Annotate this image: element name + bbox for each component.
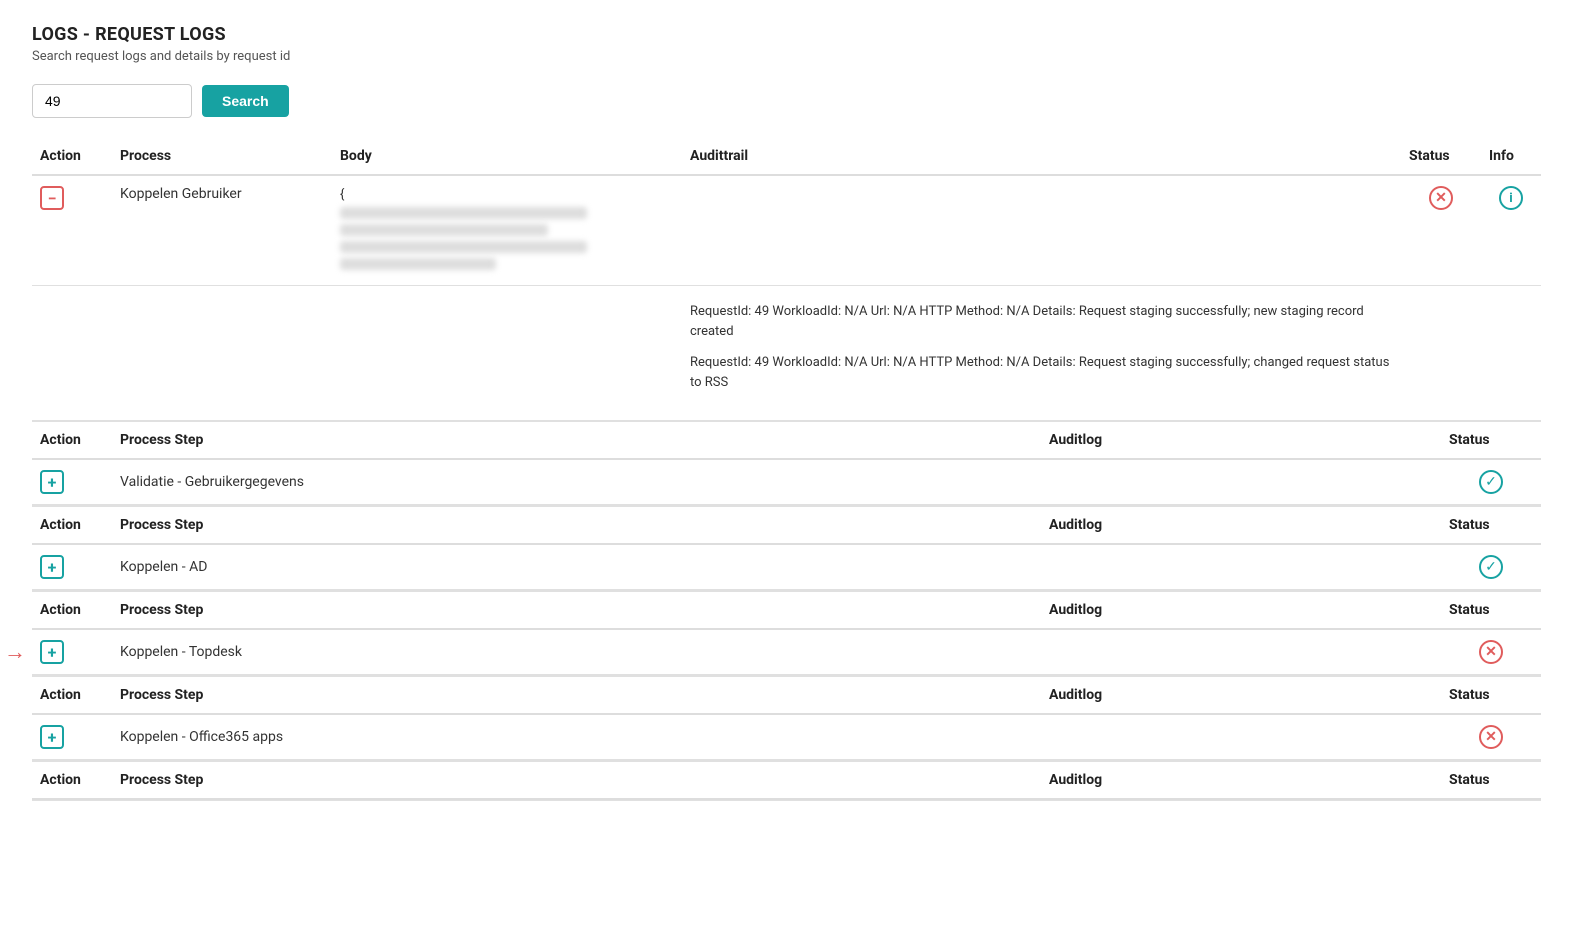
sub-table-row: → + Koppelen - Topdesk ✕	[32, 629, 1541, 675]
sub-header-status-3: Status	[1441, 592, 1541, 630]
expand-icon-1[interactable]: +	[40, 470, 64, 494]
audittrail-entry-2: RequestId: 49 WorkloadId: N/A Url: N/A H…	[690, 353, 1393, 392]
table-row: − Koppelen Gebruiker { ✕ i	[32, 175, 1541, 286]
sub-header-step-2: Process Step	[112, 507, 1041, 545]
status-error-icon: ✕	[1429, 186, 1453, 210]
sub-header-action-4: Action	[32, 677, 112, 715]
header-info: Info	[1481, 138, 1541, 175]
step-cell-1: Validatie - Gebruikergegevens	[112, 459, 1041, 505]
info-icon[interactable]: i	[1499, 186, 1523, 210]
header-process: Process	[112, 138, 332, 175]
audittrail-cell	[682, 175, 1401, 286]
sub-table-4-header: Action Process Step Auditlog Status	[32, 677, 1541, 715]
status-cell-3: ✕	[1441, 629, 1541, 675]
sub-header-status-4: Status	[1441, 677, 1541, 715]
info-cell[interactable]: i	[1481, 175, 1541, 286]
header-status: Status	[1401, 138, 1481, 175]
sub-table-2: Action Process Step Auditlog Status + Ko…	[32, 506, 1541, 590]
sub-header-step-4: Process Step	[112, 677, 1041, 715]
sub-table-1: Action Process Step Auditlog Status + Va…	[32, 421, 1541, 505]
sub-header-action-3: Action	[32, 592, 112, 630]
status-error-icon-4: ✕	[1479, 725, 1503, 749]
sub-header-status-2: Status	[1441, 507, 1541, 545]
step-cell-4: Koppelen - Office365 apps	[112, 714, 1041, 760]
expand-icon-3[interactable]: +	[40, 640, 64, 664]
auditlog-cell-4	[1041, 714, 1441, 760]
body-blurred: {	[340, 186, 600, 270]
sub-table-row-3: Action Process Step Auditlog Status → +	[32, 591, 1541, 676]
sub-table-row-5: Action Process Step Auditlog Status	[32, 761, 1541, 801]
sub-table-row: + Validatie - Gebruikergegevens ✓	[32, 459, 1541, 505]
auditlog-cell-3	[1041, 629, 1441, 675]
sub-header-step-1: Process Step	[112, 422, 1041, 460]
sub-header-auditlog-2: Auditlog	[1041, 507, 1441, 545]
sub-table-1-header: Action Process Step Auditlog Status	[32, 422, 1541, 460]
status-cell-4: ✕	[1441, 714, 1541, 760]
sub-header-step-3: Process Step	[112, 592, 1041, 630]
status-cell-1: ✓	[1441, 459, 1541, 505]
sub-table-row: + Koppelen - AD ✓	[32, 544, 1541, 590]
audittrail-entries: RequestId: 49 WorkloadId: N/A Url: N/A H…	[682, 286, 1401, 421]
sub-table-row-4: Action Process Step Auditlog Status + Ko…	[32, 676, 1541, 761]
status-cell-2: ✓	[1441, 544, 1541, 590]
audittrail-row: RequestId: 49 WorkloadId: N/A Url: N/A H…	[32, 286, 1541, 421]
sub-table-4: Action Process Step Auditlog Status + Ko…	[32, 676, 1541, 760]
body-cell: {	[332, 175, 682, 286]
auditlog-cell-2	[1041, 544, 1441, 590]
header-action: Action	[32, 138, 112, 175]
page-subtitle: Search request logs and details by reque…	[32, 49, 1541, 64]
sub-table-row: + Koppelen - Office365 apps ✕	[32, 714, 1541, 760]
status-error-icon-3: ✕	[1479, 640, 1503, 664]
sub-header-auditlog-1: Auditlog	[1041, 422, 1441, 460]
sub-table-2-header: Action Process Step Auditlog Status	[32, 507, 1541, 545]
search-bar: Search	[32, 84, 1541, 118]
header-body: Body	[332, 138, 682, 175]
collapse-icon[interactable]: −	[40, 186, 64, 210]
sub-table-3-header: Action Process Step Auditlog Status	[32, 592, 1541, 630]
sub-header-status-5: Status	[1441, 762, 1541, 800]
status-cell: ✕	[1401, 175, 1481, 286]
process-cell: Koppelen Gebruiker	[112, 175, 332, 286]
expand-icon-4[interactable]: +	[40, 725, 64, 749]
sub-table-5-header: Action Process Step Auditlog Status	[32, 762, 1541, 800]
page-title: LOGS - REQUEST LOGS	[32, 24, 1541, 45]
sub-table-3: Action Process Step Auditlog Status → +	[32, 591, 1541, 675]
arrow-indicator: →	[4, 639, 26, 665]
audittrail-entry-1: RequestId: 49 WorkloadId: N/A Url: N/A H…	[690, 302, 1393, 341]
sub-table-row-2: Action Process Step Auditlog Status + Ko…	[32, 506, 1541, 591]
header-audittrail: Audittrail	[682, 138, 1401, 175]
sub-header-action-2: Action	[32, 507, 112, 545]
main-table-header: Action Process Body Audittrail Status In…	[32, 138, 1541, 175]
step-cell-2: Koppelen - AD	[112, 544, 1041, 590]
sub-header-action-1: Action	[32, 422, 112, 460]
search-button[interactable]: Search	[202, 85, 289, 117]
expand-icon-2[interactable]: +	[40, 555, 64, 579]
sub-header-auditlog-3: Auditlog	[1041, 592, 1441, 630]
step-cell-3: Koppelen - Topdesk	[112, 629, 1041, 675]
status-success-icon-2: ✓	[1479, 555, 1503, 579]
sub-header-step-5: Process Step	[112, 762, 1041, 800]
auditlog-cell-1	[1041, 459, 1441, 505]
search-input[interactable]	[32, 84, 192, 118]
sub-header-action-5: Action	[32, 762, 112, 800]
main-table: Action Process Body Audittrail Status In…	[32, 138, 1541, 801]
status-success-icon-1: ✓	[1479, 470, 1503, 494]
sub-header-auditlog-4: Auditlog	[1041, 677, 1441, 715]
sub-header-auditlog-5: Auditlog	[1041, 762, 1441, 800]
sub-table-row-1: Action Process Step Auditlog Status + Va…	[32, 421, 1541, 506]
sub-table-5: Action Process Step Auditlog Status	[32, 761, 1541, 800]
sub-header-status-1: Status	[1441, 422, 1541, 460]
